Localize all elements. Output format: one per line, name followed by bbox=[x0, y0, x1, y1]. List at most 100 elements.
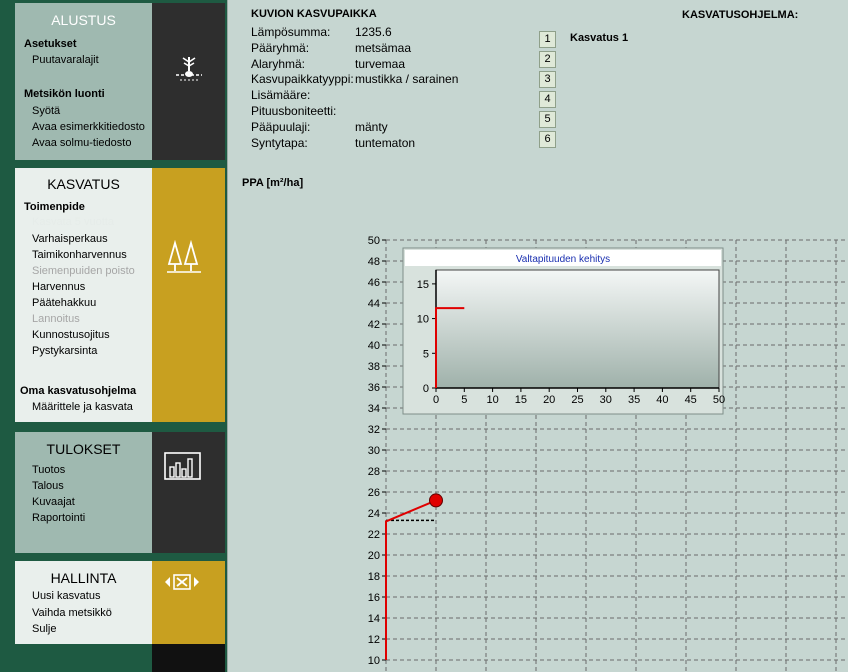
menu-item-taimikonharvennus[interactable]: Taimikonharvennus bbox=[32, 249, 127, 261]
current-point-marker bbox=[429, 493, 443, 508]
bar-chart-icon bbox=[164, 452, 201, 480]
menu-item-lannoitus[interactable]: Lannoitus bbox=[32, 313, 80, 325]
left-navigation: ALUSTUS Asetukset Puutavaralajit Metsikö… bbox=[0, 0, 227, 672]
y-axis-title: PPA [m²/ha] bbox=[242, 177, 304, 189]
menu-item-syota[interactable]: Syötä bbox=[32, 105, 60, 117]
program-button-5[interactable]: 5 bbox=[539, 111, 556, 128]
y-tick-label: 22 bbox=[368, 529, 380, 541]
menu-item-talous[interactable]: Talous bbox=[32, 480, 64, 492]
section-kasvatus: KASVATUS Toimenpide Kasvata 5 vuotta Var… bbox=[15, 168, 225, 422]
menu-item-kuvaajat[interactable]: Kuvaajat bbox=[32, 496, 75, 508]
section-title-hallinta: HALLINTA bbox=[50, 570, 117, 586]
menu-item-pystykarsinta[interactable]: Pystykarsinta bbox=[32, 345, 97, 357]
menu-item-varhaisperkaus[interactable]: Varhaisperkaus bbox=[32, 233, 108, 245]
inset-x-tick-label: 40 bbox=[656, 394, 668, 406]
info-label: Pääpuulaji: bbox=[251, 120, 311, 134]
y-tick-label: 10 bbox=[368, 655, 380, 667]
y-tick-label: 24 bbox=[368, 508, 380, 520]
menu-item-uusi-kasvatus[interactable]: Uusi kasvatus bbox=[32, 590, 100, 602]
basal-area-series-line bbox=[385, 499, 437, 660]
program-button-3[interactable]: 3 bbox=[539, 71, 556, 88]
menu-item-kasvata-5-vuotta[interactable]: Kasvata 5 vuotta bbox=[32, 216, 114, 228]
info-label: Alaryhmä: bbox=[251, 57, 306, 71]
inset-x-tick-label: 50 bbox=[713, 394, 725, 406]
y-tick-label: 30 bbox=[368, 445, 380, 457]
info-label: Kasvupaikkatyyppi: bbox=[251, 72, 354, 86]
seedling-icon bbox=[176, 57, 202, 81]
inset-x-tick-label: 5 bbox=[461, 394, 467, 406]
info-value: tuntematon bbox=[355, 136, 416, 150]
menu-item-paatehakkuu[interactable]: Päätehakkuu bbox=[32, 297, 96, 309]
group-oma-kasvatusohjelma: Oma kasvatusohjelma bbox=[20, 385, 137, 397]
info-label: Syntytapa: bbox=[251, 136, 308, 150]
y-tick-label: 38 bbox=[368, 361, 380, 373]
basal-area-chart: 10 12 14 16 18 20 22 24 26 28 30 32 34 36 38 40 42 44 46 48… bbox=[368, 235, 848, 672]
menu-item-avaa-esimerkkitiedosto[interactable]: Avaa esimerkkitiedosto bbox=[32, 121, 145, 133]
y-tick-label: 44 bbox=[368, 298, 380, 310]
y-tick-label: 34 bbox=[368, 403, 380, 415]
inset-plot-area bbox=[435, 269, 720, 389]
y-tick-label: 26 bbox=[368, 487, 380, 499]
section-hallinta: HALLINTA Uusi kasvatus Vaihda metsikkö S… bbox=[15, 561, 225, 644]
inset-x-tick-label: 15 bbox=[515, 394, 527, 406]
menu-item-harvennus[interactable]: Harvennus bbox=[32, 281, 85, 293]
bottom-dark-strip bbox=[152, 644, 225, 672]
section-title-alustus: ALUSTUS bbox=[51, 12, 116, 28]
dominant-height-inset-chart: Valtapituuden kehitys 0 5 10 15 20 25 30 35 40 45 5… bbox=[402, 247, 725, 415]
trees-icon bbox=[167, 240, 201, 273]
program-button-4[interactable]: 4 bbox=[539, 91, 556, 108]
menu-item-puutavaralajit[interactable]: Puutavaralajit bbox=[32, 54, 99, 66]
program-button-2[interactable]: 2 bbox=[539, 51, 556, 68]
group-toimenpide: Toimenpide bbox=[24, 201, 85, 213]
info-label: Pääryhmä: bbox=[251, 41, 310, 55]
y-tick-label: 20 bbox=[368, 550, 380, 562]
y-tick-label: 32 bbox=[368, 424, 380, 436]
menu-item-vaihda-metsikko[interactable]: Vaihda metsikkö bbox=[32, 607, 112, 619]
info-row: Lisämääre: bbox=[251, 88, 310, 102]
inset-x-tick-label: 20 bbox=[543, 394, 555, 406]
menu-item-kunnostusojitus[interactable]: Kunnostusojitus bbox=[32, 329, 110, 341]
info-row: Alaryhmä: turvemaa bbox=[251, 57, 405, 71]
y-tick-label: 46 bbox=[368, 277, 380, 289]
y-tick-label: 16 bbox=[368, 592, 380, 604]
info-row: Pituusboniteetti: bbox=[251, 104, 336, 118]
group-asetukset: Asetukset bbox=[24, 38, 77, 50]
inset-y-tick-label: 10 bbox=[417, 314, 429, 326]
inset-x-tick-label: 45 bbox=[685, 394, 697, 406]
info-row: Lämpösumma: 1235.6 bbox=[251, 25, 392, 39]
program-entry[interactable]: Kasvatus 1 bbox=[570, 32, 628, 44]
y-tick-label: 48 bbox=[368, 256, 380, 268]
menu-item-maarittele-ja-kasvata[interactable]: Määrittele ja kasvata bbox=[32, 401, 133, 413]
menu-item-avaa-solmu-tiedosto[interactable]: Avaa solmu-tiedosto bbox=[32, 137, 131, 149]
inset-x-tick-label: 10 bbox=[486, 394, 498, 406]
program-button-1[interactable]: 1 bbox=[539, 31, 556, 48]
y-tick-label: 18 bbox=[368, 571, 380, 583]
info-label: Lämpösumma: bbox=[251, 25, 331, 39]
inset-title: Valtapituuden kehitys bbox=[516, 254, 610, 265]
info-value: 1235.6 bbox=[355, 25, 392, 39]
close-box-icon bbox=[165, 574, 199, 590]
y-tick-label: 14 bbox=[368, 613, 380, 625]
y-tick-label: 50 bbox=[368, 235, 380, 247]
inset-x-tick-label: 30 bbox=[600, 394, 612, 406]
site-info-title: KUVION KASVUPAIKKA bbox=[251, 8, 377, 20]
info-label: Pituusboniteetti: bbox=[251, 104, 337, 118]
section-alustus: ALUSTUS Asetukset Puutavaralajit Metsikö… bbox=[15, 3, 225, 160]
menu-item-raportointi[interactable]: Raportointi bbox=[32, 512, 85, 524]
y-tick-label: 36 bbox=[368, 382, 380, 394]
menu-item-siemenpuiden-poisto[interactable]: Siemenpuiden poisto bbox=[32, 265, 135, 277]
info-row: Pääryhmä: metsämaa bbox=[251, 41, 411, 55]
inset-x-tick-label: 35 bbox=[628, 394, 640, 406]
section-title-kasvatus: KASVATUS bbox=[47, 176, 120, 192]
info-row: Syntytapa: tuntematon bbox=[251, 136, 415, 150]
inset-x-tick-label: 0 bbox=[433, 394, 439, 406]
menu-item-tuotos[interactable]: Tuotos bbox=[32, 464, 65, 476]
info-value: turvemaa bbox=[355, 57, 406, 71]
section-tulokset: TULOKSET Tuotos Talous Kuvaajat Raportoi… bbox=[15, 432, 225, 553]
info-value: mustikka / sarainen bbox=[355, 72, 459, 86]
menu-item-sulje[interactable]: Sulje bbox=[32, 623, 56, 635]
y-tick-label: 40 bbox=[368, 340, 380, 352]
info-row: Pääpuulaji: mänty bbox=[251, 120, 388, 134]
program-button-6[interactable]: 6 bbox=[539, 131, 556, 148]
info-label: Lisämääre: bbox=[251, 88, 311, 102]
